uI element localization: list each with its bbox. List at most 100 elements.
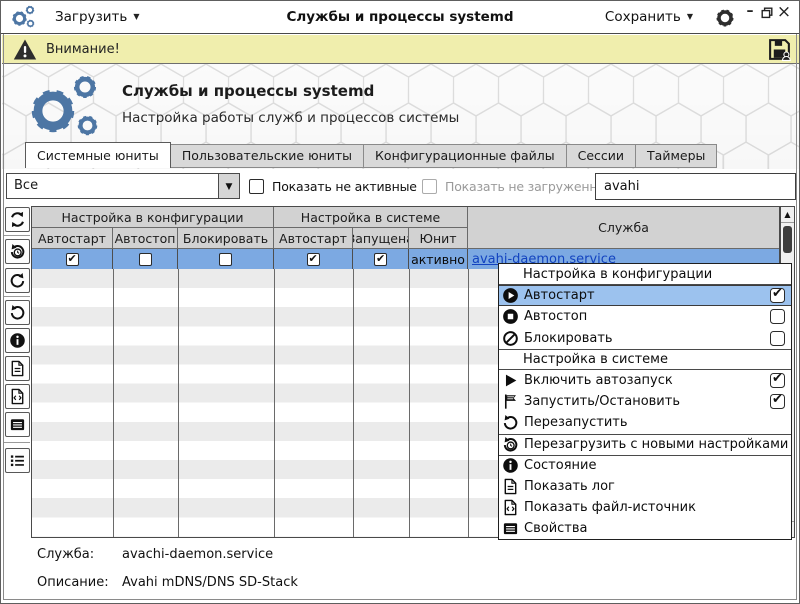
column-header-config-autostart: Автостарт <box>32 228 113 249</box>
log-icon <box>9 360 26 377</box>
config-autostop-checkbox[interactable] <box>139 253 152 266</box>
play-icon <box>502 372 519 389</box>
title-bar: Загрузить▼ Службы и процессы systemd Сох… <box>1 1 799 34</box>
properties-icon <box>502 520 519 537</box>
restart-clock-icon <box>502 436 519 453</box>
settings-gear-icon[interactable] <box>715 8 735 28</box>
description-label: Описание: <box>37 575 109 590</box>
menu-item-autostop[interactable]: Автостоп <box>499 306 791 327</box>
combobox-arrow-button[interactable]: ▼ <box>218 174 239 198</box>
reload-history-button[interactable] <box>5 239 30 264</box>
menu-item-enable-autostart[interactable]: Включить автозапуск <box>499 370 791 391</box>
menu-autostop-checkbox[interactable] <box>770 309 785 324</box>
tab-timers[interactable]: Таймеры <box>636 144 717 168</box>
restart-cw-button[interactable] <box>5 268 30 293</box>
menu-start-stop-checkbox[interactable] <box>770 394 785 409</box>
chevron-down-icon: ▼ <box>687 0 693 33</box>
tab-config-files[interactable]: Конфигурационные файлы <box>364 144 567 168</box>
scrollbar-thumb[interactable] <box>783 226 792 253</box>
show-log-button[interactable] <box>5 356 30 381</box>
menu-item-show-log[interactable]: Показать лог <box>499 476 791 497</box>
service-value: avachi-daemon.service <box>122 547 273 562</box>
menu-autostart-checkbox[interactable] <box>770 288 785 303</box>
menu-item-restart[interactable]: Перезапустить <box>499 412 791 433</box>
column-header-system-running: Запущена <box>353 228 409 249</box>
tab-sessions[interactable]: Сессии <box>567 144 636 168</box>
save-menu-button[interactable]: Сохранить▼ <box>605 1 693 34</box>
menu-item-start-stop[interactable]: Запустить/Остановить <box>499 391 791 412</box>
column-header-service: Служба <box>468 207 779 249</box>
sidebar-separator <box>3 235 30 236</box>
description-value: Avahi mDNS/DNS SD-Stack <box>122 575 298 590</box>
config-block-checkbox[interactable] <box>219 253 232 266</box>
menu-item-show-source[interactable]: Показать файл-источник <box>499 497 791 518</box>
show-inactive-filter: Показать не активные <box>249 176 417 196</box>
circle-play-icon <box>502 287 519 304</box>
system-autostart-checkbox[interactable] <box>307 253 320 266</box>
column-header-system-autostart: Автостарт <box>274 228 353 249</box>
warning-triangle-icon <box>13 38 37 61</box>
circle-stop-icon <box>502 308 519 325</box>
service-label: Служба: <box>37 547 94 562</box>
prohibit-icon <box>502 330 519 347</box>
column-header-config-block: Блокировать <box>178 228 274 249</box>
column-header-unit: Юнит <box>409 228 468 249</box>
flag-icon <box>502 393 519 410</box>
refresh-button[interactable] <box>5 207 30 232</box>
menu-header-config: Настройка в конфигурации <box>499 264 791 285</box>
system-running-checkbox[interactable] <box>374 253 387 266</box>
tab-system-units[interactable]: Системные юниты <box>25 142 171 168</box>
table-row-cell[interactable] <box>113 249 178 269</box>
sidebar-separator <box>3 442 30 443</box>
restart-ccw-button[interactable] <box>5 300 30 325</box>
chevron-down-icon: ▼ <box>226 182 233 192</box>
table-row-cell[interactable] <box>274 249 353 269</box>
menu-enable-autostart-checkbox[interactable] <box>770 373 785 388</box>
unit-scope-combobox[interactable]: Все ▼ <box>6 173 240 199</box>
properties-button[interactable] <box>5 412 30 437</box>
menu-item-block[interactable]: Блокировать <box>499 328 791 349</box>
tab-bar: Системные юниты Пользовательские юниты К… <box>25 142 717 168</box>
source-file-icon <box>9 388 26 405</box>
table-row-cell[interactable] <box>32 249 113 269</box>
menu-block-checkbox[interactable] <box>770 331 785 346</box>
show-source-button[interactable] <box>5 384 30 409</box>
group-header-config: Настройка в конфигурации <box>32 207 274 228</box>
refresh-icon <box>9 211 26 228</box>
page-subtitle: Настройка работы служб и процессов систе… <box>122 110 459 126</box>
restart-clockwise-icon <box>9 272 26 289</box>
page-title: Службы и процессы systemd <box>122 82 374 100</box>
restart-counterclockwise-icon <box>9 304 26 321</box>
search-input[interactable] <box>595 173 796 200</box>
list-button[interactable] <box>5 448 30 473</box>
scroll-up-icon[interactable]: ▲ <box>781 207 794 223</box>
app-window: Загрузить▼ Службы и процессы systemd Сох… <box>0 0 800 604</box>
menu-header-system: Настройка в системе <box>499 349 791 370</box>
reload-history-icon <box>9 243 26 260</box>
sidebar-separator <box>3 296 30 297</box>
show-unloaded-checkbox[interactable] <box>422 179 437 194</box>
status-button[interactable] <box>5 328 30 353</box>
maximize-button[interactable] <box>761 7 773 19</box>
show-inactive-checkbox[interactable] <box>249 179 264 194</box>
menu-item-reload-settings[interactable]: Перезагрузить с новыми настройками <box>499 434 791 455</box>
save-file-icon[interactable] <box>767 37 792 62</box>
tab-user-units[interactable]: Пользовательские юниты <box>171 144 364 168</box>
app-gears-logo <box>28 74 114 138</box>
list-icon <box>9 452 26 469</box>
config-autostart-checkbox[interactable] <box>66 253 79 266</box>
restart-icon <box>502 414 519 431</box>
close-button[interactable]: × <box>776 3 792 23</box>
unit-state-cell: активно <box>409 249 468 269</box>
table-row-cell[interactable] <box>353 249 409 269</box>
table-row-cell[interactable] <box>178 249 274 269</box>
menu-item-autostart[interactable]: Автостарт <box>499 285 791 306</box>
source-file-icon <box>502 499 519 516</box>
show-unloaded-filter: Показать не загруженные <box>422 176 615 196</box>
column-header-config-autostop: Автостоп <box>113 228 178 249</box>
context-menu: Настройка в конфигурации Автостарт Автос… <box>498 263 792 540</box>
minimize-button[interactable]: – <box>743 2 757 22</box>
menu-item-properties[interactable]: Свойства <box>499 518 791 539</box>
menu-item-status[interactable]: Состояние <box>499 455 791 476</box>
warning-bar: Внимание! <box>2 35 800 64</box>
